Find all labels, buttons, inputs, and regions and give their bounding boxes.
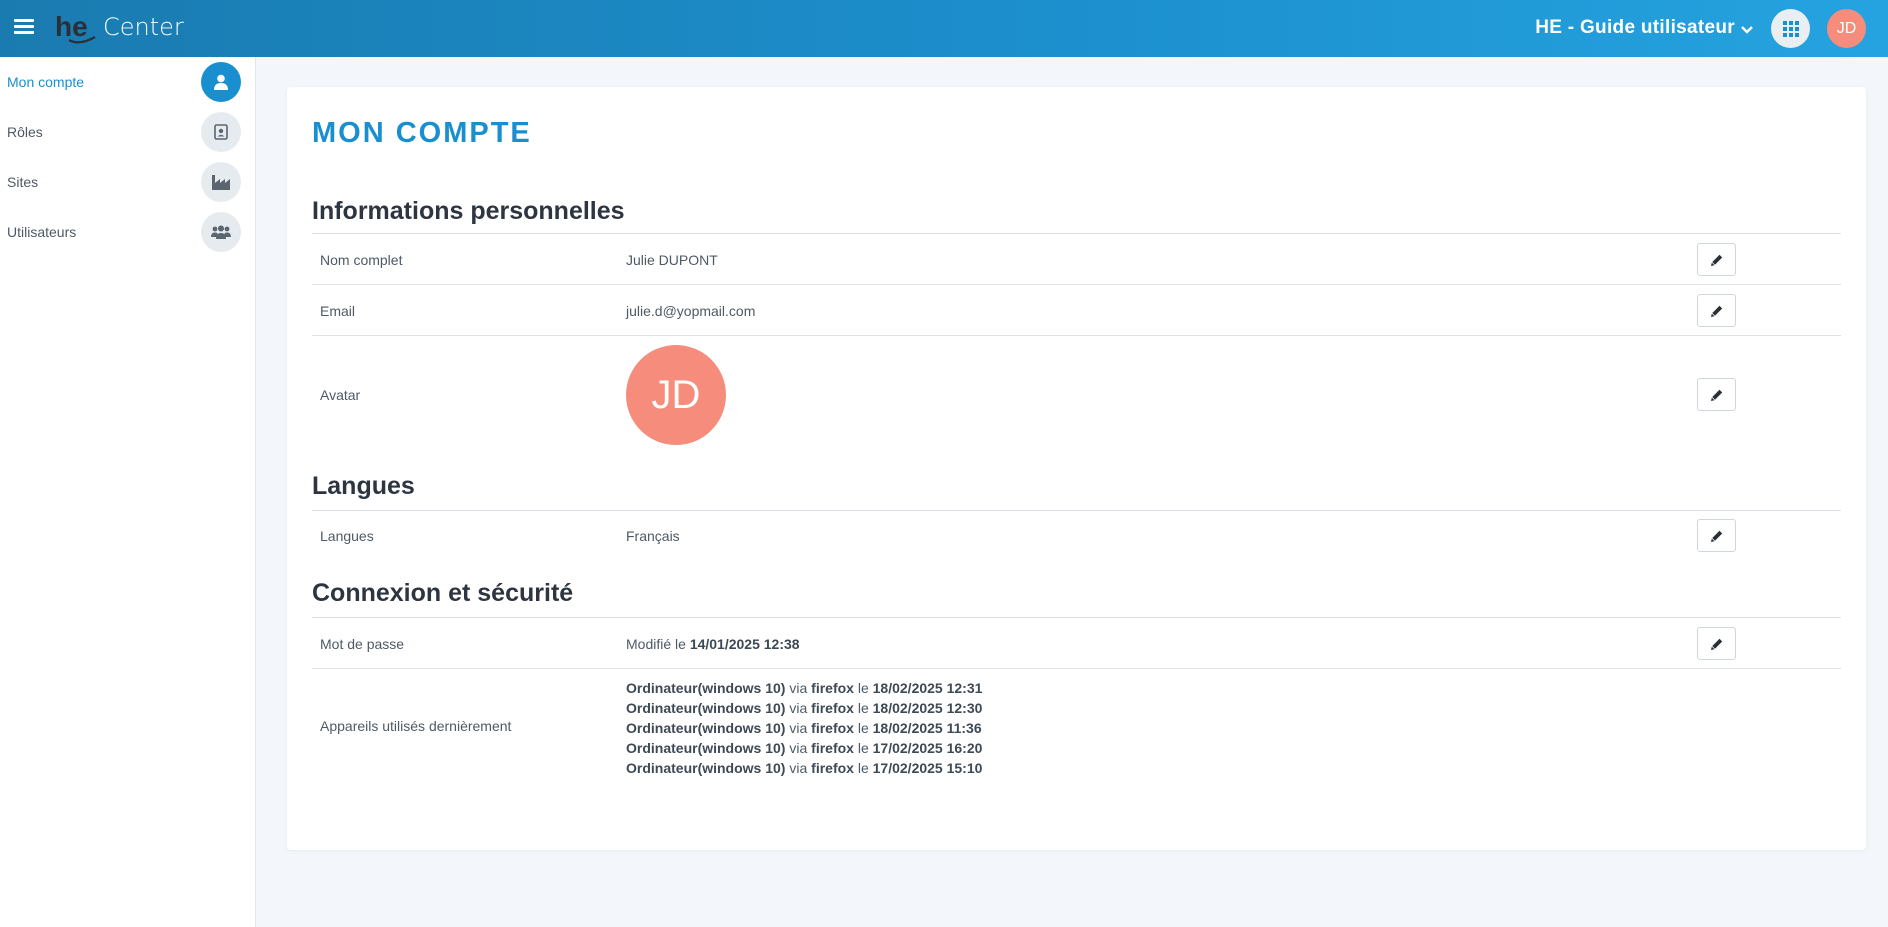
edit-password-button[interactable] — [1697, 627, 1736, 660]
languages-label: Langues — [320, 528, 374, 544]
app-name: Center — [103, 13, 184, 41]
grid-icon — [1782, 20, 1799, 37]
list-item: Ordinateur(windows 10) via firefox le 17… — [626, 760, 983, 776]
sidebar-item-label: Rôles — [7, 124, 43, 140]
sidebar-item-mon-compte[interactable]: Mon compte — [0, 57, 256, 107]
account-card: MON COMPTE Informations personnelles Nom… — [287, 87, 1866, 850]
divider — [312, 510, 1841, 511]
factory-icon — [201, 162, 241, 202]
section-title-personal: Informations personnelles — [312, 197, 625, 225]
id-badge-icon — [201, 112, 241, 152]
section-title-languages: Langues — [312, 472, 415, 500]
list-item: Ordinateur(windows 10) via firefox le 17… — [626, 740, 983, 756]
he-logo[interactable]: he — [55, 10, 99, 46]
pencil-icon — [1710, 638, 1722, 650]
divider — [312, 668, 1841, 669]
password-label: Mot de passe — [320, 636, 405, 652]
devices-label: Appareils utilisés dernièrement — [320, 718, 512, 734]
user-avatar-button[interactable]: JD — [1827, 9, 1866, 48]
sidebar-item-utilisateurs[interactable]: Utilisateurs — [0, 207, 256, 257]
sidebar-item-roles[interactable]: Rôles — [0, 107, 256, 157]
email-value: julie.d@yopmail.com — [626, 303, 756, 319]
edit-fullname-button[interactable] — [1697, 243, 1736, 276]
sidebar-item-sites[interactable]: Sites — [0, 157, 256, 207]
languages-value: Français — [626, 528, 680, 544]
section-title-security: Connexion et sécurité — [312, 579, 574, 607]
fullname-label: Nom complet — [320, 252, 403, 268]
sidebar-item-label: Sites — [7, 174, 39, 190]
fullname-value: Julie DUPONT — [626, 252, 718, 268]
email-label: Email — [320, 303, 356, 319]
pencil-icon — [1710, 254, 1722, 266]
top-bar: he Center HE - Guide utilisateur JD — [0, 0, 1888, 57]
edit-languages-button[interactable] — [1697, 519, 1736, 552]
account-switcher[interactable]: HE - Guide utilisateur — [1535, 17, 1753, 39]
apps-grid-button[interactable] — [1771, 9, 1810, 48]
list-item: Ordinateur(windows 10) via firefox le 18… — [626, 720, 982, 736]
password-date: 14/01/2025 12:38 — [689, 636, 800, 652]
divider — [312, 284, 1841, 285]
avatar: JD — [626, 345, 726, 445]
user-icon — [201, 62, 241, 102]
list-item: Ordinateur(windows 10) via firefox le 18… — [626, 700, 983, 716]
sidebar-item-label: Utilisateurs — [7, 224, 77, 240]
svg-text:he: he — [55, 11, 88, 42]
password-prefix: Modifié le — [626, 636, 686, 652]
divider — [312, 233, 1841, 234]
chevron-down-icon — [1741, 26, 1753, 34]
recent-devices-list: Ordinateur(windows 10) via firefox le 18… — [626, 678, 982, 778]
hamburger-menu-icon[interactable] — [14, 16, 34, 36]
edit-email-button[interactable] — [1697, 294, 1736, 327]
divider — [312, 617, 1841, 618]
sidebar: Mon compte Rôles Sites Utilisateurs — [0, 57, 256, 927]
account-name: HE - Guide utilisateur — [1535, 17, 1735, 38]
pencil-icon — [1710, 305, 1722, 317]
avatar-label: Avatar — [320, 387, 361, 403]
pencil-icon — [1710, 389, 1722, 401]
users-icon — [201, 212, 241, 252]
password-value: Modifié le 14/01/2025 12:38 — [626, 636, 800, 652]
pencil-icon — [1710, 530, 1722, 542]
page-title: MON COMPTE — [312, 117, 532, 149]
divider — [312, 335, 1841, 336]
sidebar-item-label: Mon compte — [7, 74, 85, 90]
list-item: Ordinateur(windows 10) via firefox le 18… — [626, 680, 983, 696]
edit-avatar-button[interactable] — [1697, 378, 1736, 411]
